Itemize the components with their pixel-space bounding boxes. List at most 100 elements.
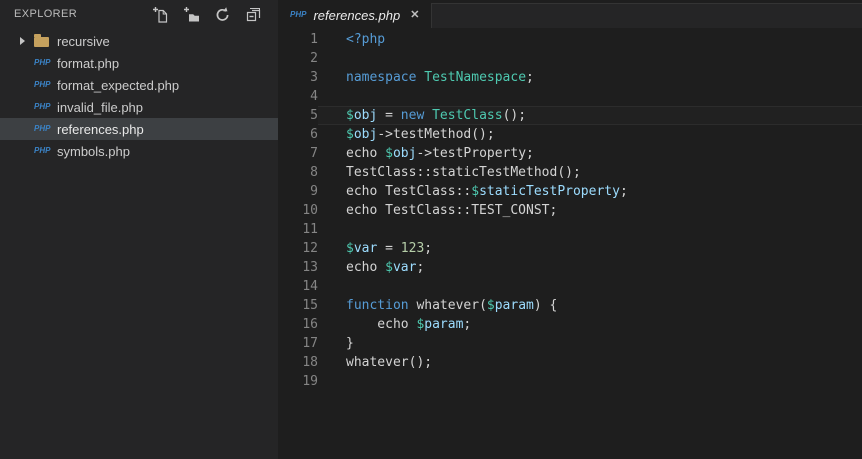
line-number: 5	[310, 108, 318, 123]
code-token: function	[346, 298, 409, 313]
code-token: whatever();	[346, 355, 433, 370]
code-line[interactable]: 14	[278, 277, 862, 296]
file-tree-item-format-php[interactable]: PHP format.php	[0, 52, 278, 74]
code-line[interactable]: 10 echo TestClass::TEST_CONST;	[278, 201, 862, 220]
code-token: ) {	[533, 298, 558, 313]
tab-label: references.php	[313, 7, 401, 23]
code-line[interactable]: 19	[278, 372, 862, 391]
code-token: $	[471, 184, 480, 199]
code-line-content	[318, 49, 862, 68]
line-number: 2	[310, 51, 318, 66]
code-line[interactable]: 16 echo $param;	[278, 315, 862, 334]
file-name: format_expected.php	[57, 77, 180, 93]
refresh-button[interactable]	[213, 5, 231, 23]
code-token: staticTestProperty	[479, 184, 620, 199]
code-line[interactable]: 18 whatever();	[278, 353, 862, 372]
tab-close-icon[interactable]: ✕	[410, 9, 419, 21]
code-line[interactable]: 4	[278, 87, 862, 106]
code-line-content: function whatever($param) {	[318, 296, 862, 315]
code-token: $	[346, 127, 354, 142]
file-tree-item-references-php[interactable]: PHP references.php	[0, 118, 278, 140]
code-token: $	[346, 108, 354, 123]
code-token: obj	[353, 108, 378, 123]
explorer-actions	[151, 5, 262, 23]
code-token: var	[353, 241, 378, 256]
code-line[interactable]: 15 function whatever($param) {	[278, 296, 862, 315]
code-line[interactable]: 2	[278, 49, 862, 68]
code-line[interactable]: 3 namespace TestNamespace;	[278, 68, 862, 87]
code-line-content: <?php	[318, 30, 862, 49]
code-token: $	[385, 146, 393, 161]
file-tree-item-recursive[interactable]: recursive	[0, 30, 278, 52]
code-line[interactable]: 6 $obj->testMethod();	[278, 125, 862, 144]
line-number: 12	[302, 241, 318, 256]
code-token: ->testProperty;	[416, 146, 534, 161]
file-name: format.php	[57, 55, 120, 71]
php-file-icon: PHP	[34, 80, 51, 89]
tab-bar: PHP references.php ✕	[278, 0, 862, 30]
code-token: <?php	[346, 32, 386, 47]
line-number: 19	[302, 374, 318, 389]
code-line-content: echo TestClass::$staticTestProperty;	[318, 182, 862, 201]
editor[interactable]: 1 <?php 2 3 namespace TestNamespace; 4 5 $obj =…	[278, 30, 862, 459]
code-token: ;	[416, 260, 425, 275]
code-line-content	[318, 372, 862, 391]
chevron-right-icon[interactable]	[20, 37, 34, 45]
code-token: ;	[526, 70, 534, 85]
collapse-all-button[interactable]	[244, 5, 262, 23]
new-file-button[interactable]	[151, 5, 169, 23]
line-number: 17	[302, 336, 318, 351]
line-number: 13	[302, 260, 318, 275]
code-token: ->testMethod();	[377, 127, 495, 142]
line-number: 16	[302, 317, 318, 332]
new-folder-button[interactable]	[182, 5, 200, 23]
line-number: 18	[302, 355, 318, 370]
code-line[interactable]: 1 <?php	[278, 30, 862, 49]
line-number: 15	[302, 298, 318, 313]
code-line-content	[318, 87, 862, 106]
code-token: echo TestClass::TEST_CONST;	[346, 203, 558, 218]
line-number: 1	[310, 32, 318, 47]
file-tree-item-format-expected-php[interactable]: PHP format_expected.php	[0, 74, 278, 96]
code-token: echo	[346, 317, 417, 332]
code-line[interactable]: 5 $obj = new TestClass();	[278, 106, 862, 125]
explorer-header: EXPLORER	[0, 0, 278, 28]
file-tree-item-invalid-file-php[interactable]: PHP invalid_file.php	[0, 96, 278, 118]
php-file-icon: PHP	[34, 58, 51, 67]
line-number: 8	[310, 165, 318, 180]
code-token: $	[486, 298, 495, 313]
php-file-icon: PHP	[34, 146, 51, 155]
code-line-content: $obj = new TestClass();	[318, 106, 862, 125]
line-number: 10	[302, 203, 318, 218]
file-tree-item-symbols-php[interactable]: PHP symbols.php	[0, 140, 278, 162]
line-number: 9	[310, 184, 318, 199]
code-line-content	[318, 277, 862, 296]
code-token: ;	[619, 184, 628, 199]
code-lines: 1 <?php 2 3 namespace TestNamespace; 4 5 $obj =…	[278, 30, 862, 391]
code-line[interactable]: 12 $var = 123;	[278, 239, 862, 258]
code-line-content: namespace TestNamespace;	[318, 68, 862, 87]
refresh-icon	[216, 6, 228, 21]
line-number: 11	[302, 222, 318, 237]
code-token: TestNamespace	[424, 70, 527, 85]
collapse-all-icon	[246, 7, 260, 21]
code-token: obj	[353, 127, 378, 142]
editor-tab-references-php[interactable]: PHP references.php ✕	[278, 0, 432, 30]
code-line[interactable]: 17}	[278, 334, 862, 353]
code-token: TestClass::staticTestMethod();	[346, 165, 581, 180]
code-token: $	[385, 260, 393, 275]
code-line[interactable]: 11	[278, 220, 862, 239]
code-line[interactable]: 7 echo $obj->testProperty;	[278, 144, 862, 163]
code-token: ;	[424, 241, 433, 256]
code-line-content: echo $param;	[318, 315, 862, 334]
explorer-title: EXPLORER	[14, 8, 78, 20]
code-line[interactable]: 8 TestClass::staticTestMethod();	[278, 163, 862, 182]
code-token: echo	[346, 260, 386, 275]
code-line-content: }	[318, 334, 862, 353]
code-token: obj	[392, 146, 417, 161]
code-line[interactable]: 9 echo TestClass::$staticTestProperty;	[278, 182, 862, 201]
code-line[interactable]: 13 echo $var;	[278, 258, 862, 277]
line-number: 6	[310, 127, 318, 142]
code-token: param	[424, 317, 464, 332]
code-line-content	[318, 220, 862, 239]
